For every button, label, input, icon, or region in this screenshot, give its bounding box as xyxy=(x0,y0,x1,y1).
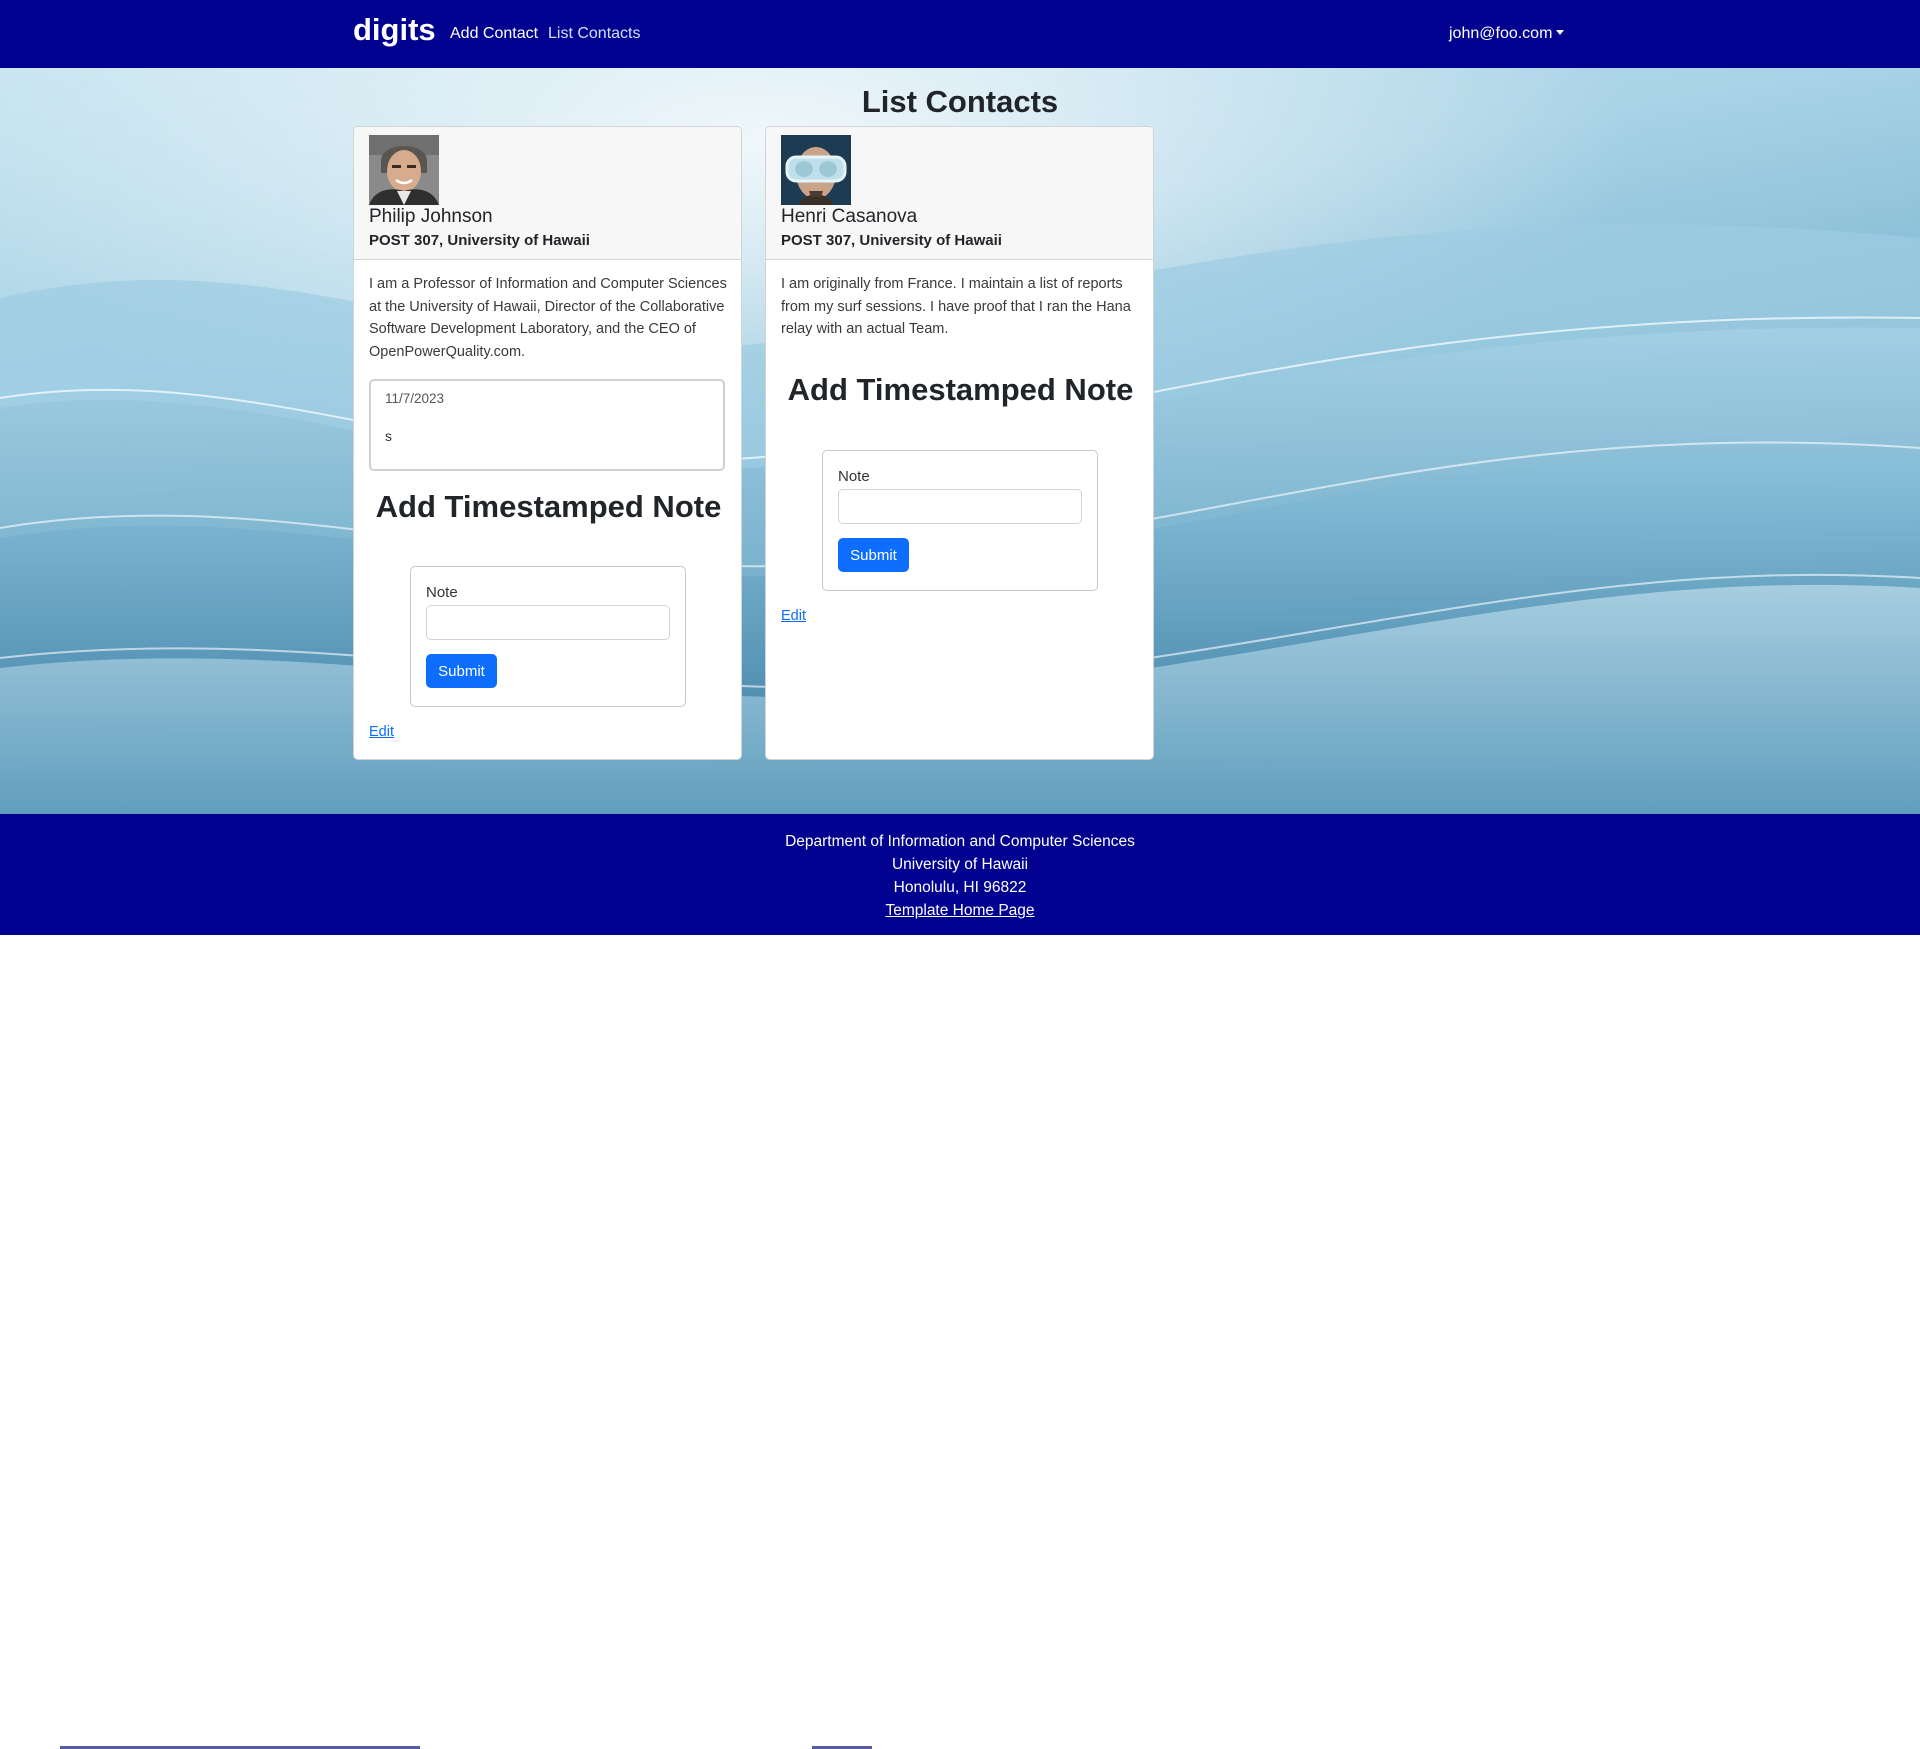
add-note-form: Note Submit xyxy=(410,566,686,707)
avatar xyxy=(781,135,851,205)
contact-card: Philip Johnson POST 307, University of H… xyxy=(353,126,742,760)
contact-address: POST 307, University of Hawaii xyxy=(369,232,590,249)
user-email: john@foo.com xyxy=(1449,25,1553,42)
brand-logo[interactable]: digits xyxy=(353,12,436,48)
contact-description: I am originally from France. I maintain … xyxy=(781,276,1131,337)
note-label: Note xyxy=(426,584,458,601)
footer-department: Department of Information and Computer S… xyxy=(785,833,1135,850)
edit-link[interactable]: Edit xyxy=(369,724,394,740)
edit-link[interactable]: Edit xyxy=(781,608,806,624)
card-header: Philip Johnson POST 307, University of H… xyxy=(354,127,741,260)
add-note-title: Add Timestamped Note xyxy=(787,372,1134,407)
nav-add-contact[interactable]: Add Contact xyxy=(450,25,538,43)
navbar: digits Add Contact List Contacts john@fo… xyxy=(0,0,1920,68)
contact-address: POST 307, University of Hawaii xyxy=(781,232,1002,249)
page-title: List Contacts xyxy=(861,84,1059,119)
contact-name: Henri Casanova xyxy=(781,206,918,227)
contact-description: I am a Professor of Information and Comp… xyxy=(369,276,727,360)
contact-name: Philip Johnson xyxy=(369,206,493,227)
footer-university: University of Hawaii xyxy=(891,856,1029,873)
note-date: 11/7/2023 xyxy=(385,391,445,406)
nav-list-contacts[interactable]: List Contacts xyxy=(548,25,640,43)
user-dropdown[interactable]: john@foo.com xyxy=(1449,25,1565,43)
submit-button[interactable]: Submit xyxy=(426,654,497,688)
add-note-form: Note Submit xyxy=(822,450,1098,591)
contact-card: Henri Casanova POST 307, University of H… xyxy=(765,126,1154,760)
submit-button[interactable]: Submit xyxy=(838,538,909,572)
footer-address: Honolulu, HI 96822 xyxy=(893,879,1027,896)
caret-down-icon xyxy=(1556,30,1565,35)
add-note-title: Add Timestamped Note xyxy=(375,489,722,524)
note-item: 11/7/2023 s xyxy=(369,379,725,471)
note-label: Note xyxy=(838,468,870,485)
note-text: s xyxy=(385,428,392,444)
card-header: Henri Casanova POST 307, University of H… xyxy=(766,127,1153,260)
template-home-link[interactable]: Template Home Page xyxy=(885,902,1034,919)
footer: Department of Information and Computer S… xyxy=(0,814,1920,1749)
note-input[interactable] xyxy=(426,605,670,640)
note-input[interactable] xyxy=(838,489,1082,524)
avatar xyxy=(369,135,439,205)
